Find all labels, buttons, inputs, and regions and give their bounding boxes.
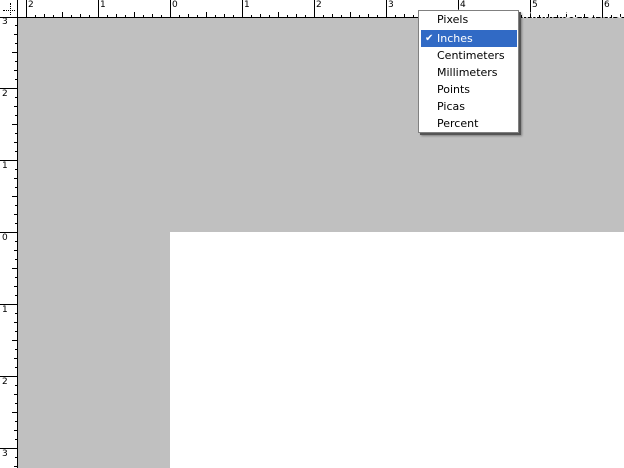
menu-item-millimeters[interactable]: Millimeters — [421, 64, 517, 81]
menu-item-label: Percent — [437, 117, 479, 130]
menu-item-label: Inches — [437, 32, 473, 45]
ruler-number: 1 — [2, 305, 8, 315]
menu-item-label: Centimeters — [437, 49, 505, 62]
menu-item-label: Points — [437, 83, 471, 96]
ruler-tick — [242, 0, 243, 17]
ruler-number: 3 — [2, 18, 8, 27]
ruler-number: 3 — [2, 449, 8, 459]
ruler-origin-corner[interactable] — [0, 0, 18, 18]
ruler-vertical[interactable]: 3 2 1 0 1 2 3 — [0, 18, 18, 468]
checkmark-icon: ✔ — [425, 33, 434, 44]
ruler-number: 2 — [28, 0, 34, 10]
ruler-tick — [170, 0, 171, 17]
menu-item-label: Picas — [437, 100, 465, 113]
ruler-tick — [98, 0, 99, 17]
ruler-number: 1 — [2, 161, 8, 171]
ruler-tick — [314, 0, 315, 17]
ruler-units-context-menu: Pixels ✔ Inches Centimeters Millimeters … — [418, 10, 519, 133]
pasteboard — [18, 18, 624, 468]
ruler-number: 2 — [2, 89, 8, 99]
menu-item-pixels[interactable]: Pixels — [421, 12, 517, 27]
menu-item-percent[interactable]: Percent — [421, 115, 517, 132]
ruler-number: 3 — [388, 0, 394, 10]
ruler-number: 1 — [244, 0, 250, 10]
menu-item-inches[interactable]: ✔ Inches — [421, 30, 517, 47]
ruler-tick — [386, 0, 387, 17]
ruler-number: 2 — [316, 0, 322, 10]
menu-item-label: Millimeters — [437, 66, 498, 79]
menu-item-label: Pixels — [437, 13, 469, 26]
document-canvas[interactable] — [170, 232, 624, 468]
photoshop-canvas-window: 210123456 3210123 思缘设计论坛 www.MISSYUAN.CO… — [0, 0, 624, 468]
ruler-tick — [26, 0, 27, 17]
ruler-number: 1 — [100, 0, 106, 10]
ruler-number: 0 — [2, 233, 8, 243]
menu-item-picas[interactable]: Picas — [421, 98, 517, 115]
ruler-number: 0 — [172, 0, 178, 10]
ruler-number: 2 — [2, 377, 8, 387]
menu-item-centimeters[interactable]: Centimeters — [421, 47, 517, 64]
menu-item-points[interactable]: Points — [421, 81, 517, 98]
